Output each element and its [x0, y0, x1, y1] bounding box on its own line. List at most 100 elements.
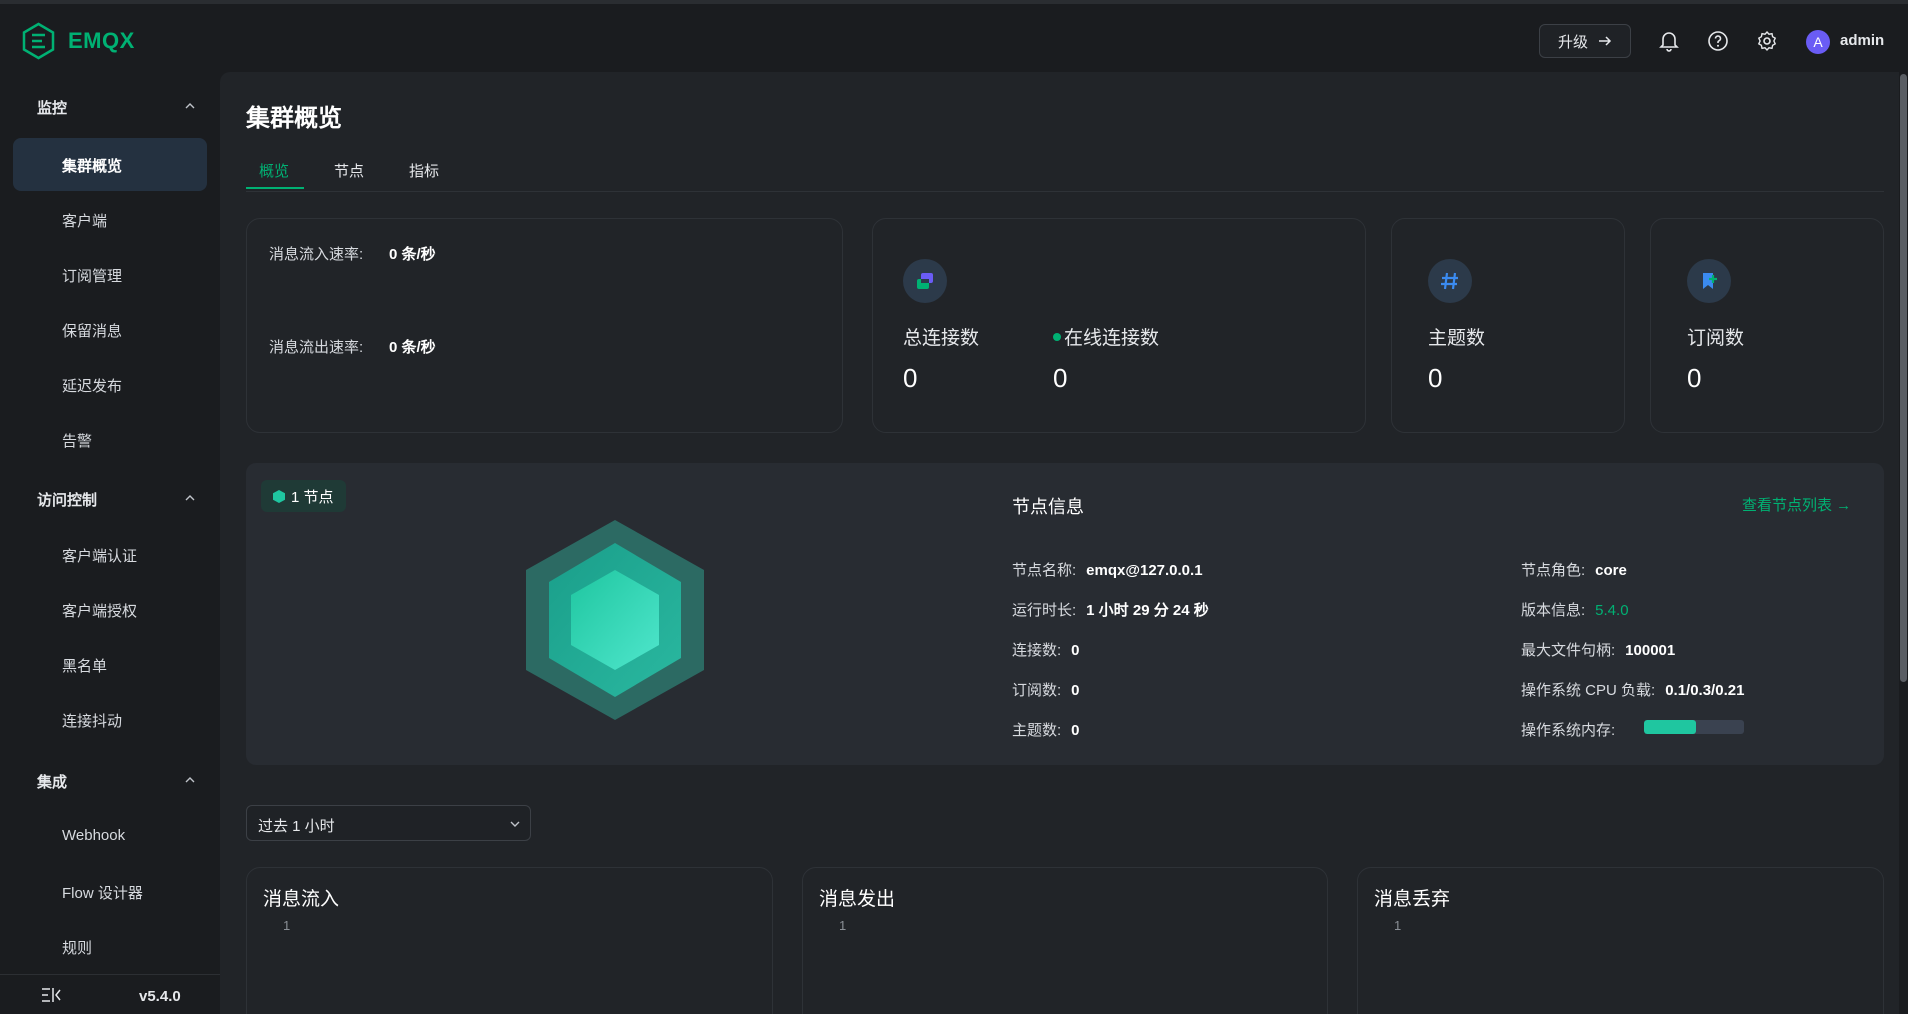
sidebar-item-label: Webhook	[62, 827, 126, 844]
node-name-value: emqx@127.0.0.1	[1086, 562, 1203, 579]
sidebar-item-label: 客户端认证	[62, 548, 138, 565]
node-info-title: 节点信息	[1012, 497, 1084, 517]
cpu-load-value: 0.1/0.3/0.21	[1665, 682, 1745, 699]
version-row: 版本信息: 5.4.0	[1521, 599, 1629, 620]
help-icon[interactable]	[1706, 29, 1730, 53]
subscriptions-value: 0	[1687, 363, 1702, 393]
connections-card: 总连接数 0 在线连接数 0	[872, 218, 1366, 433]
memory-row: 操作系统内存:	[1521, 719, 1615, 740]
tab-metrics[interactable]: 指标	[409, 160, 439, 181]
sidebar-item-label: 集群概览	[62, 158, 123, 175]
sidebar-item-label: 客户端授权	[62, 603, 138, 620]
sidebar-item-retained-messages[interactable]: 保留消息	[13, 303, 207, 356]
node-subscriptions-value: 0	[1071, 682, 1080, 699]
sidebar-item-authentication[interactable]: 客户端认证	[13, 528, 207, 581]
time-range-select[interactable]: 过去 1 小时	[246, 805, 531, 841]
sidebar-item-blacklist[interactable]: 黑名单	[13, 638, 207, 691]
uptime-key: 运行时长:	[1012, 602, 1077, 619]
sidebar-item-rules[interactable]: 规则	[13, 920, 207, 973]
sidebar-item-authorization[interactable]: 客户端授权	[13, 583, 207, 636]
nav-group-access-control[interactable]: 访问控制	[0, 478, 220, 518]
node-connections-value: 0	[1071, 642, 1080, 659]
avatar[interactable]: A	[1806, 30, 1830, 54]
sidebar-item-label: 黑名单	[62, 658, 108, 675]
nav-group-integration[interactable]: 集成	[0, 760, 220, 800]
cpu-load-key: 操作系统 CPU 负载:	[1521, 682, 1656, 699]
version-key: 版本信息:	[1521, 602, 1586, 619]
time-range-value: 过去 1 小时	[258, 818, 335, 835]
collapse-sidebar-icon[interactable]	[41, 987, 61, 1003]
tab-nodes[interactable]: 节点	[334, 160, 364, 181]
sidebar-item-label: 告警	[62, 433, 93, 450]
rate-out-value: 0 条/秒	[389, 339, 436, 356]
node-role-row: 节点角色: core	[1521, 559, 1627, 580]
hash-icon	[1428, 259, 1472, 303]
gear-icon[interactable]	[1755, 29, 1779, 53]
tab-overview[interactable]: 概览	[259, 160, 289, 181]
chart-messages-dropped: 消息丢弃 1	[1357, 867, 1884, 1014]
node-count-label: 1 节点	[291, 488, 334, 506]
memory-usage-bar	[1644, 720, 1744, 734]
sidebar-item-delayed-publish[interactable]: 延迟发布	[13, 358, 207, 411]
sidebar-item-webhook[interactable]: Webhook	[13, 810, 207, 863]
topics-label: 主题数	[1428, 328, 1486, 349]
sidebar-footer: v5.4.0	[0, 974, 220, 1014]
rate-out-label: 消息流出速率:	[269, 339, 364, 356]
view-node-list-label: 查看节点列表	[1742, 497, 1833, 514]
sidebar-item-alarms[interactable]: 告警	[13, 413, 207, 466]
nav-group-monitoring[interactable]: 监控	[0, 86, 220, 126]
bell-icon[interactable]	[1657, 29, 1681, 53]
chevron-up-icon	[185, 777, 195, 783]
max-fds-key: 最大文件句柄:	[1521, 642, 1616, 659]
sidebar-item-flapping[interactable]: 连接抖动	[13, 693, 207, 746]
chart-messages-in: 消息流入 1	[246, 867, 773, 1014]
nav-group-label: 集成	[37, 774, 68, 791]
sidebar-item-clients[interactable]: 客户端	[13, 193, 207, 246]
app-name: EMQX	[68, 28, 135, 53]
upgrade-button[interactable]: 升级	[1539, 24, 1631, 58]
node-topics-row: 主题数: 0	[1012, 719, 1080, 740]
sidebar-item-cluster-overview[interactable]: 集群概览	[13, 138, 207, 191]
cpu-load-row: 操作系统 CPU 负载: 0.1/0.3/0.21	[1521, 679, 1744, 700]
node-connections-key: 连接数:	[1012, 642, 1062, 659]
page-scrollbar[interactable]	[1899, 72, 1908, 1014]
memory-key: 操作系统内存:	[1521, 722, 1616, 739]
node-topics-key: 主题数:	[1012, 722, 1062, 739]
memory-usage-fill	[1644, 720, 1696, 734]
node-count-badge: 1 节点	[261, 480, 346, 512]
emqx-hex-icon	[22, 22, 55, 60]
total-connections-value: 0	[903, 363, 918, 393]
tab-bar: 概览 节点 指标	[246, 150, 1908, 190]
sidebar-item-subscriptions[interactable]: 订阅管理	[13, 248, 207, 301]
view-node-list-link[interactable]: 查看节点列表 →	[1742, 494, 1851, 515]
y-tick-label: 1	[1394, 918, 1402, 933]
uptime-value: 1 小时 29 分 24 秒	[1086, 602, 1209, 619]
sidebar-item-label: Flow 设计器	[62, 885, 143, 902]
chart-title: 消息流入	[263, 889, 340, 910]
main-content: 集群概览 概览 节点 指标 消息流入速率: 0 条/秒 消息流出速率: 0 条/…	[220, 72, 1908, 1014]
online-connections-value: 0	[1053, 363, 1068, 393]
node-role-value: core	[1595, 562, 1627, 579]
sidebar-item-flow-designer[interactable]: Flow 设计器	[13, 865, 207, 918]
node-subscriptions-key: 订阅数:	[1012, 682, 1062, 699]
uptime-row: 运行时长: 1 小时 29 分 24 秒	[1012, 599, 1209, 620]
chevron-up-icon	[185, 103, 195, 109]
max-fds-value: 100001	[1625, 642, 1676, 659]
emqx-logo[interactable]: EMQX	[21, 22, 135, 60]
node-hexagon-graphic[interactable]	[526, 520, 704, 720]
version-value: 5.4.0	[1595, 602, 1629, 619]
node-connections-row: 连接数: 0	[1012, 639, 1080, 660]
message-rate-card: 消息流入速率: 0 条/秒 消息流出速率: 0 条/秒	[246, 218, 843, 433]
sidebar-item-label: 规则	[62, 940, 93, 957]
online-connections-text: 在线连接数	[1064, 328, 1160, 349]
sidebar-item-label: 延迟发布	[62, 378, 123, 395]
scrollbar-thumb[interactable]	[1900, 74, 1907, 682]
divider	[246, 191, 1884, 192]
nav-group-label: 访问控制	[37, 492, 98, 509]
subscriptions-label: 订阅数	[1687, 328, 1745, 349]
username[interactable]: admin	[1840, 32, 1884, 49]
total-connections-label: 总连接数	[903, 328, 980, 349]
upgrade-label: 升级	[1557, 33, 1588, 51]
topics-value: 0	[1428, 363, 1443, 393]
chevron-down-icon	[510, 821, 520, 827]
